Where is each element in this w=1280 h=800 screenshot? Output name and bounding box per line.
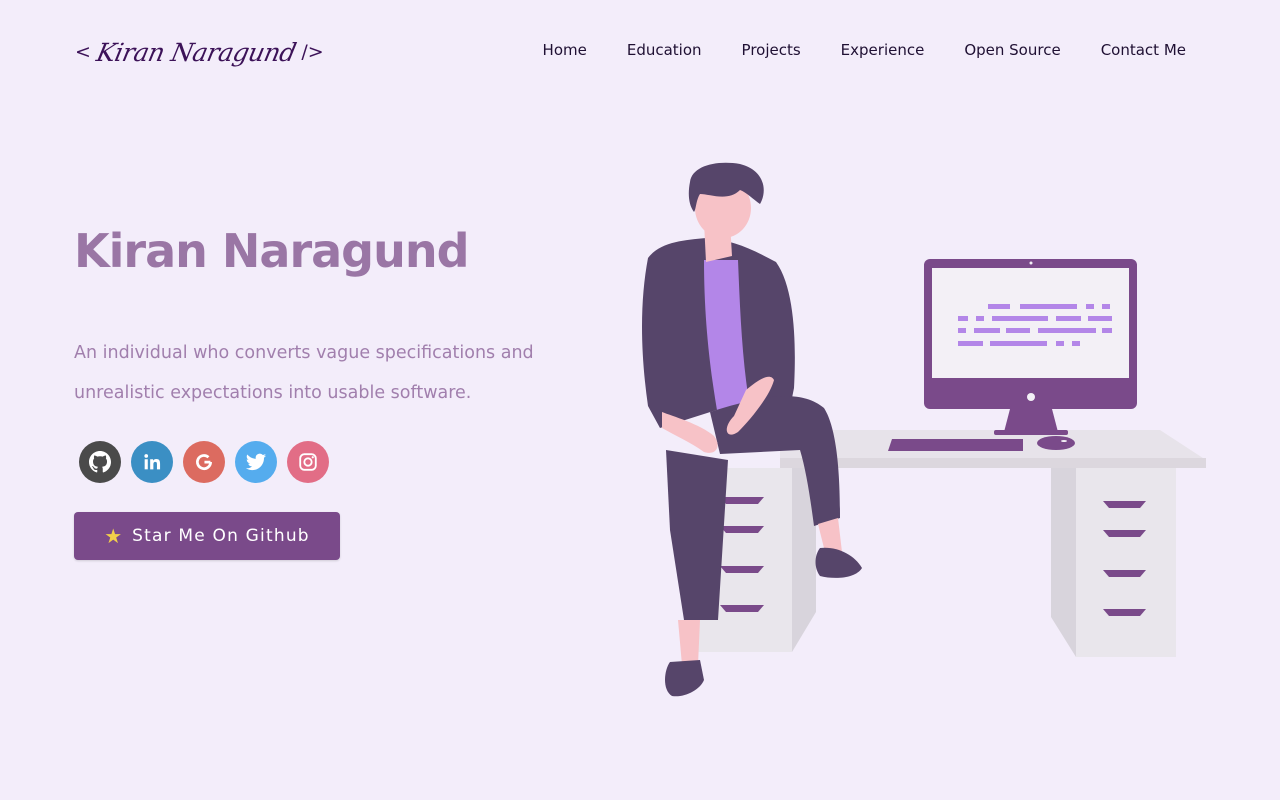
logo-close-bracket: /> [301, 41, 324, 63]
star-button-label: Star Me On Github [132, 526, 310, 546]
google-link[interactable] [183, 441, 225, 483]
mouse [1037, 436, 1075, 450]
nav-link-open-source[interactable]: Open Source [964, 36, 1060, 64]
nav-link-experience[interactable]: Experience [841, 36, 925, 64]
nav-link-projects[interactable]: Projects [742, 36, 801, 64]
twitter-link[interactable] [235, 441, 277, 483]
star-on-github-button[interactable]: ★ Star Me On Github [74, 512, 340, 560]
instagram-link[interactable] [287, 441, 329, 483]
logo-open-bracket: < [75, 41, 91, 63]
monitor [924, 259, 1137, 435]
logo[interactable]: < Kiran Naragund /> [75, 28, 324, 76]
hero-title: Kiran Naragund [74, 224, 470, 278]
desk [698, 430, 1206, 657]
nav-link-home[interactable]: Home [543, 36, 587, 64]
keyboard [888, 439, 1023, 451]
logo-signature: Kiran Naragund [93, 37, 299, 67]
nav-link-contact-me[interactable]: Contact Me [1101, 36, 1186, 64]
nav-link-education[interactable]: Education [627, 36, 702, 64]
star-icon: ★ [104, 524, 123, 548]
main-nav: Home Education Projects Experience Open … [543, 36, 1186, 64]
hero-subtitle: An individual who converts vague specifi… [74, 343, 534, 403]
google-icon [193, 451, 215, 473]
site-header: < Kiran Naragund /> Home Education Proje… [0, 0, 1280, 100]
linkedin-icon [141, 451, 163, 473]
twitter-icon [245, 451, 267, 473]
linkedin-link[interactable] [131, 441, 173, 483]
developer-desk-illustration [642, 162, 1206, 697]
github-link[interactable] [79, 441, 121, 483]
instagram-icon [297, 451, 319, 473]
github-icon [89, 451, 111, 473]
social-links [79, 441, 329, 483]
